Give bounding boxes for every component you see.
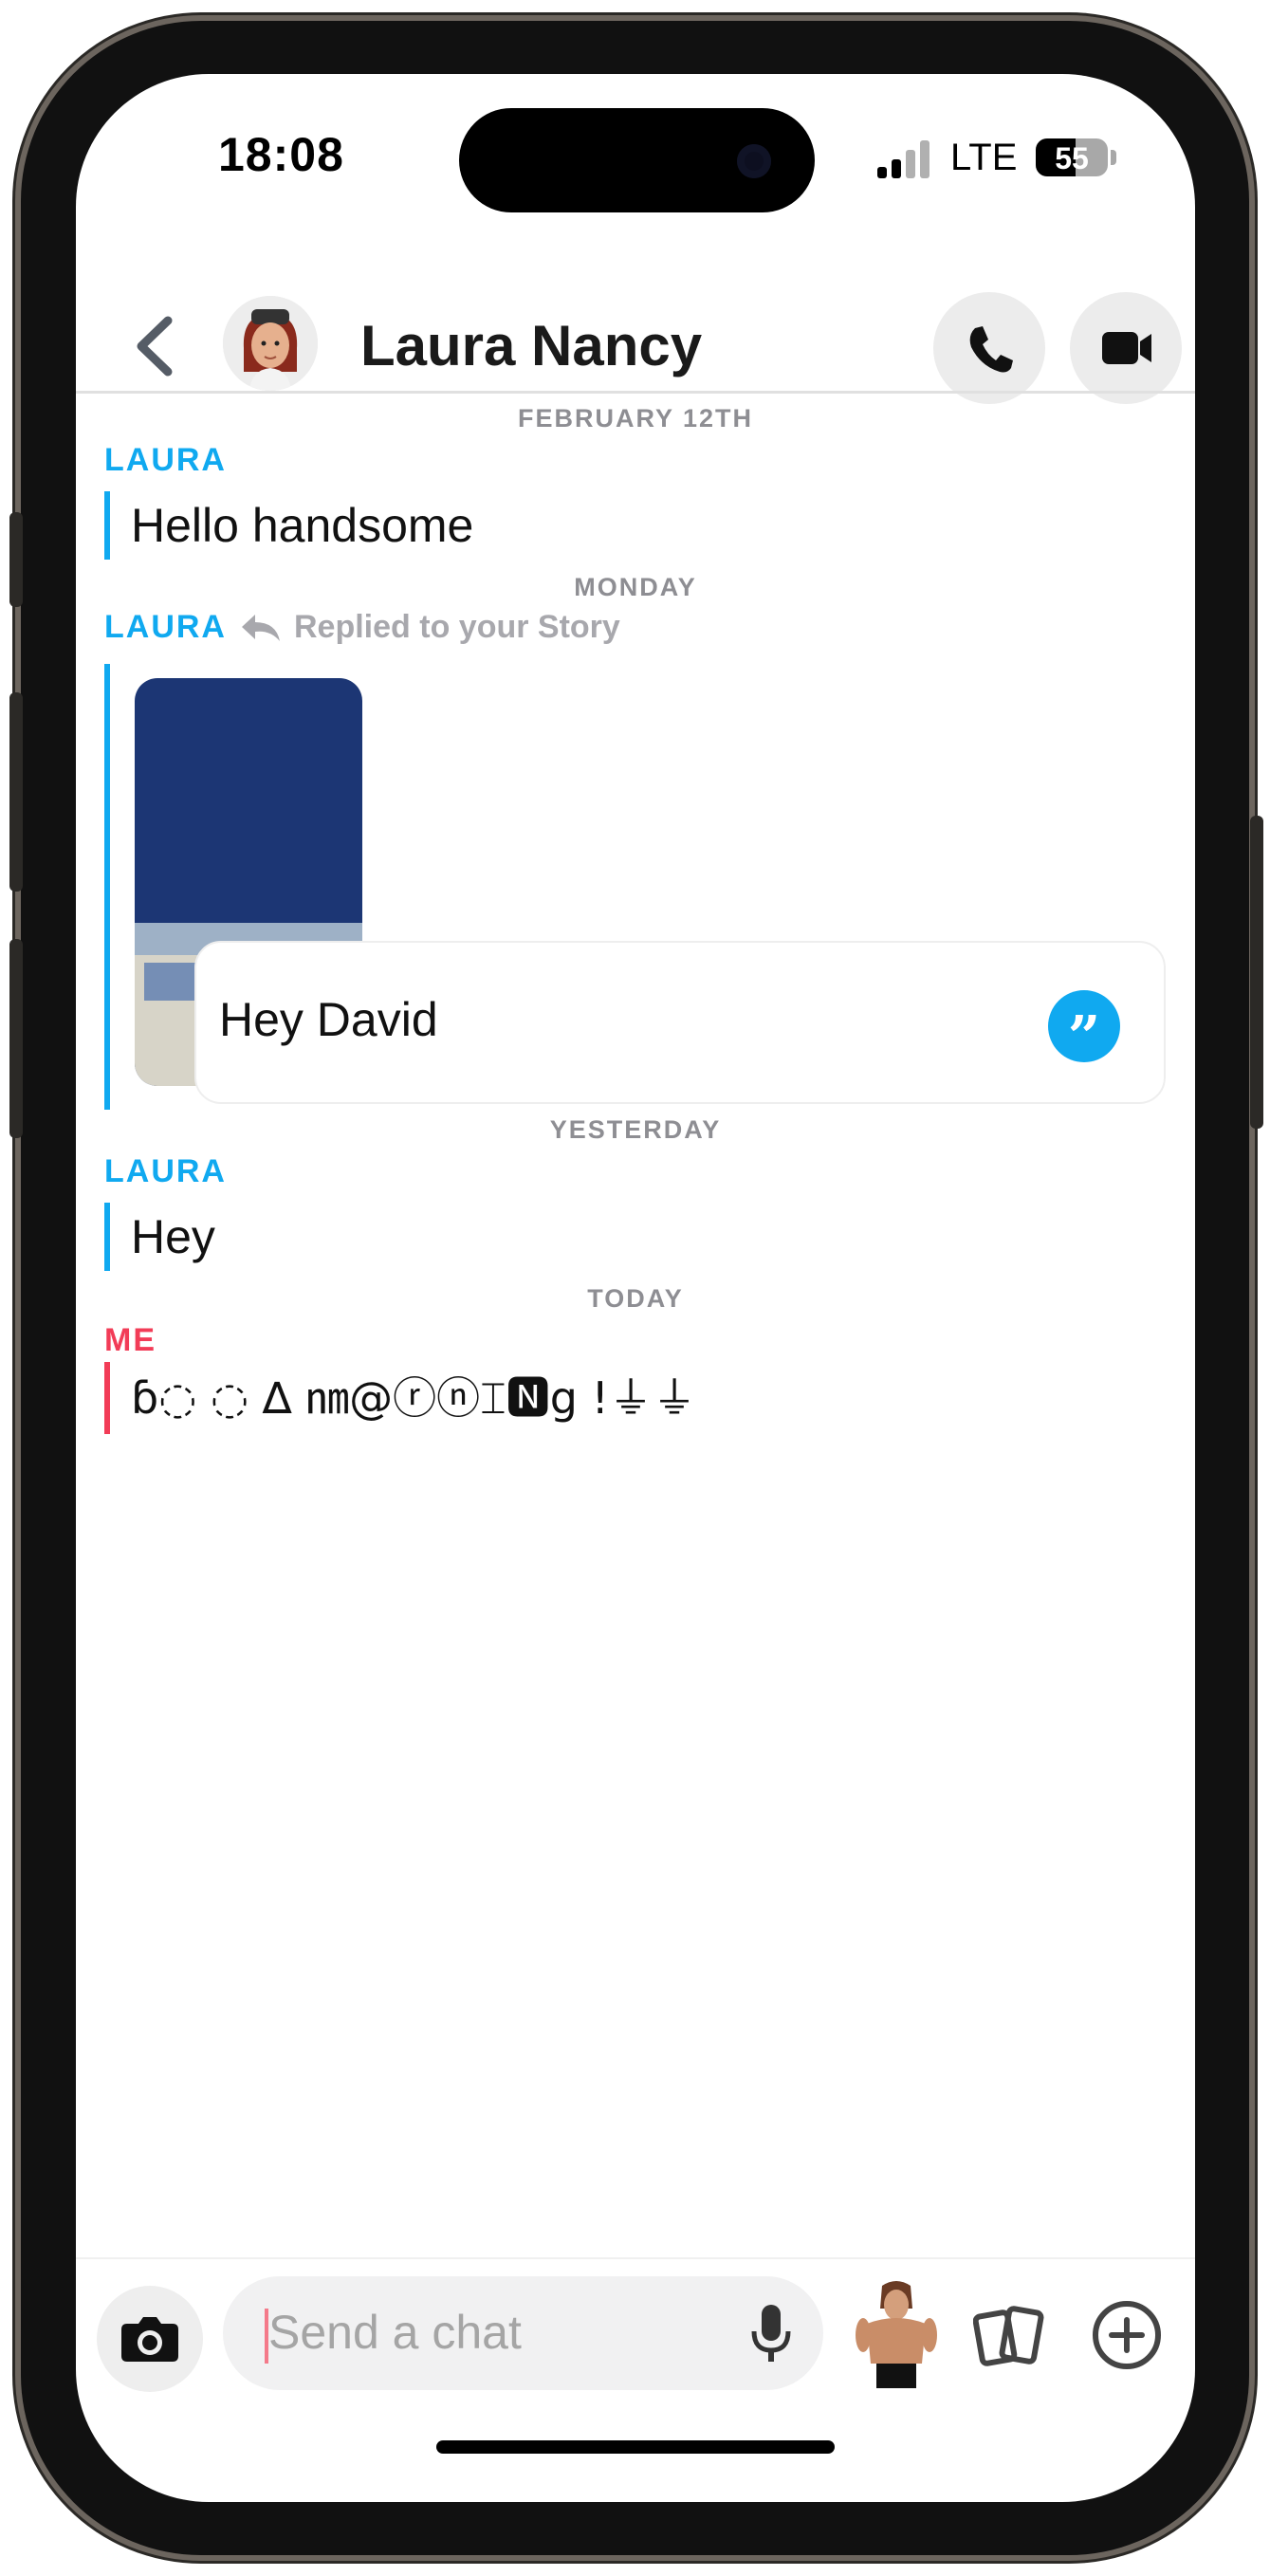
phone-icon [969,326,1013,373]
date-separator: MONDAY [574,573,697,601]
chat-header: Laura Nancy [76,292,1195,404]
screen: 18:08 LTE 55 Laura Nancy FEBRUARY 12TH L… [76,74,1195,2502]
volume-down-button [9,939,23,1138]
sender-label: ME [104,1322,156,1358]
story-reply-card[interactable]: Hey David ” [194,941,1166,1104]
microphone-icon [751,2305,791,2362]
silent-switch [9,512,23,607]
power-button [1250,816,1263,1129]
network-type: LTE [950,137,1018,178]
video-call-button[interactable] [1070,292,1182,404]
contact-avatar[interactable] [223,296,318,391]
cards-icon [972,2306,1044,2366]
contact-name[interactable]: Laura Nancy [360,313,702,378]
chat-message[interactable]: ɓ◌ ◌ ∆ ㎚@ⓡⓝ⌶🅽g !⏚⏚ [104,1362,696,1434]
date-separator: YESTERDAY [549,1115,722,1144]
video-camera-icon [1102,332,1151,364]
bitmoji-icon [856,2281,937,2388]
microphone-button[interactable] [743,2301,800,2367]
signal-icon [877,140,934,178]
front-camera-icon [737,144,771,178]
chat-message[interactable]: Hey [104,1203,215,1271]
chat-message[interactable]: Hello handsome [104,491,473,560]
battery-icon: 55 [1036,138,1108,176]
chevron-left-icon [137,316,173,377]
bitmoji-button[interactable] [854,2276,939,2390]
sender-label: LAURA [104,1153,227,1189]
camera-button[interactable] [97,2286,203,2392]
sender-label: LAURA [104,609,227,645]
date-separator: TODAY [587,1284,684,1313]
stickers-button[interactable] [972,2303,1047,2371]
battery-level: 55 [1055,141,1089,175]
camera-icon [121,2317,178,2362]
add-button[interactable] [1091,2299,1163,2371]
story-reply-text: Hey David [219,993,438,1046]
reply-arrow-icon [242,615,280,641]
volume-up-button [9,692,23,892]
home-indicator[interactable] [436,2440,835,2454]
replied-to-story-label: Replied to your Story [294,609,620,645]
composer-divider [76,2257,1195,2259]
status-time: 18:08 [218,128,344,181]
date-separator: FEBRUARY 12TH [517,404,754,432]
battery-tip [1111,150,1116,165]
sender-label: LAURA [104,442,227,478]
dynamic-island [459,108,815,212]
bitmoji-avatar-icon [223,296,318,391]
header-divider [76,391,1195,394]
message-accent-bar [104,664,110,1110]
chat-input-placeholder: Send a chat [268,2306,522,2359]
plus-circle-icon [1093,2301,1161,2369]
chat-input[interactable]: Send a chat [223,2276,823,2390]
voice-call-button[interactable] [933,292,1045,404]
back-button[interactable] [128,313,185,379]
quote-icon: ” [1048,990,1120,1071]
